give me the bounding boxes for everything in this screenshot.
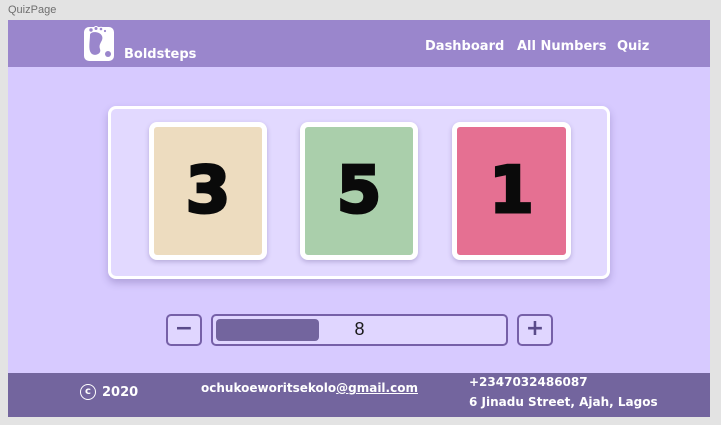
email-link[interactable]: ochukoeworitsekolo@gmail.com xyxy=(201,381,418,395)
footer: c 2020 ochukoeworitsekolo@gmail.com +234… xyxy=(8,373,710,417)
nav-link-quiz[interactable]: Quiz xyxy=(617,39,649,54)
copyright-year: 2020 xyxy=(102,384,139,400)
increment-button[interactable]: + xyxy=(517,314,553,346)
copyright-icon: c xyxy=(80,384,96,400)
phone-number: +2347032486087 xyxy=(469,375,588,389)
quiz-page: Boldsteps Dashboard All Numbers Quiz 3 5… xyxy=(8,20,710,417)
navbar: Boldsteps Dashboard All Numbers Quiz xyxy=(8,20,710,67)
frame-title: QuizPage xyxy=(8,4,57,16)
nav-link-all-numbers[interactable]: All Numbers xyxy=(517,39,606,54)
number-card-1[interactable]: 3 xyxy=(149,122,267,260)
number-slider[interactable]: 8 xyxy=(211,314,508,346)
decrement-button[interactable]: − xyxy=(166,314,202,346)
number-card-value: 3 xyxy=(184,153,232,230)
copyright: c 2020 xyxy=(80,384,138,400)
slider-value: 8 xyxy=(354,319,365,339)
number-card-3[interactable]: 1 xyxy=(452,122,571,260)
email-user: ochukoeworitsekolo xyxy=(201,381,337,395)
number-card-value: 1 xyxy=(488,153,536,230)
nav-link-dashboard[interactable]: Dashboard xyxy=(425,39,504,54)
address: 6 Jinadu Street, Ajah, Lagos xyxy=(469,395,658,409)
number-card-2[interactable]: 5 xyxy=(300,122,418,260)
footprint-logo-icon[interactable] xyxy=(82,23,116,63)
number-card-value: 5 xyxy=(335,153,383,230)
email-domain: @gmail.com xyxy=(336,381,418,395)
brand-name[interactable]: Boldsteps xyxy=(124,47,196,62)
